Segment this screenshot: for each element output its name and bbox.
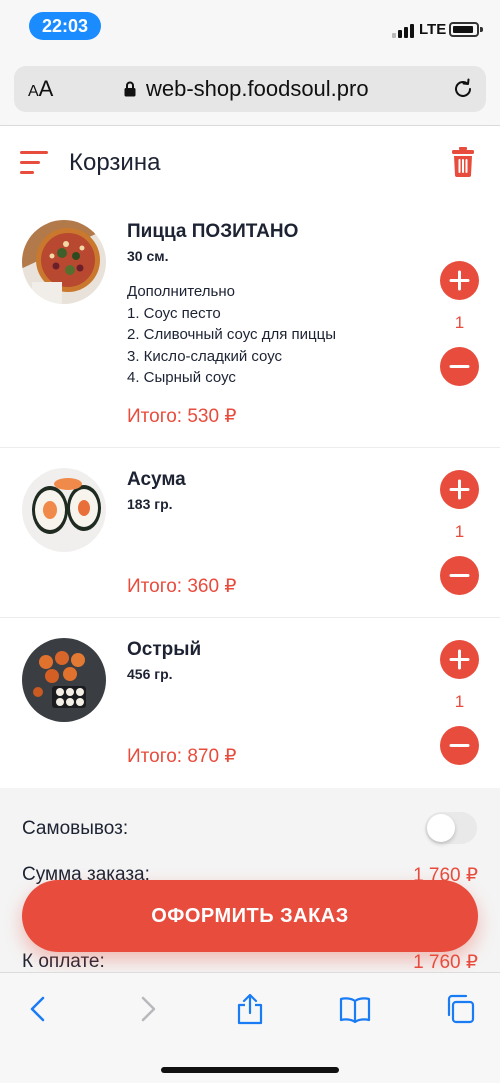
extra-option: 2. Сливочный соус для пиццы xyxy=(127,326,336,343)
share-icon[interactable] xyxy=(234,993,266,1025)
item-total: Итого: 360 ₽ xyxy=(127,576,237,597)
decrease-quantity-button[interactable] xyxy=(440,556,479,595)
cart-item: Асума 183 гр. Итого: 360 ₽ 1 xyxy=(0,448,500,618)
sushi-roll-image[interactable] xyxy=(22,468,106,552)
home-indicator xyxy=(161,1067,339,1073)
browser-address-area: AA web-shop.foodsoul.pro xyxy=(0,58,500,126)
decrease-quantity-button[interactable] xyxy=(440,347,479,386)
lock-icon xyxy=(124,81,136,97)
cart-item: Острый 456 гр. Итого: 870 ₽ 1 xyxy=(0,618,500,788)
item-weight: 183 гр. xyxy=(127,496,173,512)
item-quantity: 1 xyxy=(454,522,465,541)
item-quantity: 1 xyxy=(454,313,465,332)
extra-option: 1. Соус песто xyxy=(127,305,221,322)
plus-icon xyxy=(449,479,470,500)
address-bar[interactable]: AA web-shop.foodsoul.pro xyxy=(14,66,486,112)
item-weight: 30 см. xyxy=(127,248,169,264)
status-bar: 22:03 LTE xyxy=(0,0,500,58)
pickup-label: Самовывоз: xyxy=(22,818,129,839)
item-name: Асума xyxy=(127,469,186,490)
browser-toolbar xyxy=(0,972,500,1083)
item-name: Острый xyxy=(127,639,202,660)
minus-icon xyxy=(449,574,470,577)
page-title: Корзина xyxy=(69,149,161,176)
minus-icon xyxy=(449,744,470,747)
trash-icon[interactable] xyxy=(452,147,474,177)
to-pay-label: К оплате: xyxy=(22,951,105,972)
plus-icon xyxy=(449,649,470,670)
plus-icon xyxy=(449,270,470,291)
increase-quantity-button[interactable] xyxy=(440,640,479,679)
reload-icon[interactable] xyxy=(452,78,474,100)
status-time: 22:03 xyxy=(29,12,101,40)
item-total: Итого: 870 ₽ xyxy=(127,746,237,767)
extra-option: 4. Сырный соус xyxy=(127,369,236,386)
cellular-signal-icon xyxy=(392,22,414,38)
increase-quantity-button[interactable] xyxy=(440,470,479,509)
bookmarks-icon[interactable] xyxy=(339,993,371,1025)
extra-option: 3. Кисло-сладкий соус xyxy=(127,348,283,365)
pizza-image[interactable] xyxy=(22,220,106,304)
cart-item: Пицца ПОЗИТАНО 30 см. Дополнительно 1. С… xyxy=(0,200,500,448)
app-header: Корзина xyxy=(0,127,500,200)
to-pay-value: 1 760 ₽ xyxy=(413,952,478,973)
network-type: LTE xyxy=(419,21,447,38)
checkout-button[interactable]: ОФОРМИТЬ ЗАКАЗ xyxy=(22,880,478,952)
sushi-set-image[interactable] xyxy=(22,638,106,722)
item-total: Итого: 530 ₽ xyxy=(127,406,237,427)
battery-icon xyxy=(449,22,483,37)
item-name: Пицца ПОЗИТАНО xyxy=(127,221,299,242)
forward-icon[interactable] xyxy=(131,993,163,1025)
increase-quantity-button[interactable] xyxy=(440,261,479,300)
toggle-knob xyxy=(427,814,455,842)
reader-settings-button[interactable]: AA xyxy=(28,76,53,102)
tabs-icon[interactable] xyxy=(444,993,476,1025)
back-icon[interactable] xyxy=(23,993,55,1025)
item-weight: 456 гр. xyxy=(127,666,173,682)
item-quantity: 1 xyxy=(454,692,465,711)
minus-icon xyxy=(449,365,470,368)
decrease-quantity-button[interactable] xyxy=(440,726,479,765)
url-text[interactable]: web-shop.foodsoul.pro xyxy=(146,76,369,102)
pickup-toggle[interactable] xyxy=(425,812,477,844)
menu-icon[interactable] xyxy=(20,149,50,177)
extras-title: Дополнительно xyxy=(127,283,235,300)
